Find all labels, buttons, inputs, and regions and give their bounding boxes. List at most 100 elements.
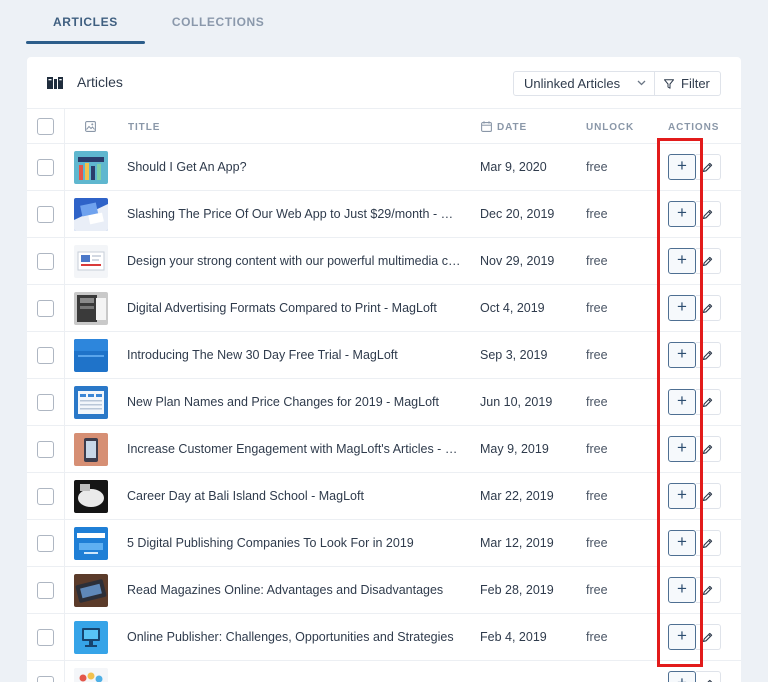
article-unlock: free	[586, 536, 608, 550]
article-title[interactable]: Increase Customer Engagement with MagLof…	[127, 442, 463, 456]
tab-collections[interactable]: COLLECTIONS	[145, 0, 292, 44]
row-checkbox[interactable]	[37, 300, 54, 317]
article-date: Nov 29, 2019	[480, 254, 555, 268]
column-divider	[64, 473, 65, 519]
article-unlock: free	[586, 348, 608, 362]
article-thumbnail	[74, 151, 108, 184]
column-date[interactable]: DATE	[497, 122, 527, 133]
article-title[interactable]: Introducing The New 30 Day Free Trial - …	[127, 348, 463, 362]
column-divider	[64, 109, 65, 143]
add-article-button[interactable]: +	[668, 201, 696, 227]
book-icon	[47, 77, 63, 89]
column-divider	[64, 285, 65, 331]
plus-icon: +	[677, 391, 687, 410]
article-thumbnail	[74, 339, 108, 372]
add-article-button[interactable]: +	[668, 248, 696, 274]
edit-article-button[interactable]	[696, 436, 721, 462]
table-row: Read Magazines Online: Advantages and Di…	[27, 567, 741, 614]
edit-article-button[interactable]	[696, 624, 721, 650]
plus-icon: +	[677, 203, 687, 222]
pencil-icon	[702, 585, 713, 596]
edit-article-button[interactable]	[696, 577, 721, 603]
row-checkbox[interactable]	[37, 676, 54, 682]
table-row: Career Day at Bali Island School - MagLo…	[27, 473, 741, 520]
column-divider	[64, 567, 65, 613]
chevron-down-icon	[637, 80, 646, 86]
pencil-icon	[702, 397, 713, 408]
pencil-icon	[702, 209, 713, 220]
article-type-select[interactable]: Unlinked Articles	[513, 71, 655, 96]
table-row: Design your strong content with our powe…	[27, 238, 741, 285]
pencil-icon	[702, 632, 713, 643]
column-divider	[64, 614, 65, 660]
add-article-button[interactable]: +	[668, 483, 696, 509]
plus-icon: +	[677, 626, 687, 645]
pencil-icon	[702, 444, 713, 455]
edit-article-button[interactable]	[696, 295, 721, 321]
edit-article-button[interactable]	[696, 389, 721, 415]
add-article-button[interactable]: +	[668, 530, 696, 556]
filter-button[interactable]: Filter	[655, 71, 721, 96]
article-date: Mar 22, 2019	[480, 489, 554, 503]
article-date: Feb 4, 2019	[480, 630, 547, 644]
article-date: Sep 3, 2019	[480, 348, 548, 362]
row-checkbox[interactable]	[37, 347, 54, 364]
article-title[interactable]: Career Day at Bali Island School - MagLo…	[127, 489, 463, 503]
article-unlock: free	[586, 489, 608, 503]
add-article-button[interactable]: +	[668, 624, 696, 650]
add-article-button[interactable]: +	[668, 154, 696, 180]
table-row: Increase Customer Engagement with MagLof…	[27, 426, 741, 473]
select-all-checkbox[interactable]	[37, 118, 54, 135]
pencil-icon	[702, 350, 713, 361]
article-thumbnail	[74, 198, 108, 231]
row-checkbox[interactable]	[37, 159, 54, 176]
article-thumbnail	[74, 433, 108, 466]
add-article-button[interactable]: +	[668, 342, 696, 368]
column-divider	[64, 661, 65, 682]
article-title[interactable]: New Plan Names and Price Changes for 201…	[127, 395, 463, 409]
article-title[interactable]: 5 Digital Publishing Companies To Look F…	[127, 536, 463, 550]
table-row: Introducing The New 30 Day Free Trial - …	[27, 332, 741, 379]
pencil-icon	[702, 491, 713, 502]
column-title[interactable]: TITLE	[128, 122, 160, 133]
row-checkbox[interactable]	[37, 582, 54, 599]
edit-article-button[interactable]	[696, 248, 721, 274]
article-thumbnail	[74, 386, 108, 419]
row-checkbox[interactable]	[37, 441, 54, 458]
row-checkbox[interactable]	[37, 488, 54, 505]
table-row: 5 Digital Publishing Companies To Look F…	[27, 520, 741, 567]
row-checkbox[interactable]	[37, 629, 54, 646]
add-article-button[interactable]: +	[668, 389, 696, 415]
add-article-button[interactable]: +	[668, 436, 696, 462]
article-thumbnail	[74, 245, 108, 278]
article-title[interactable]: Slashing The Price Of Our Web App to Jus…	[127, 207, 463, 221]
add-article-button[interactable]: +	[668, 577, 696, 603]
plus-icon: +	[677, 485, 687, 504]
article-title[interactable]: Online Publisher: Challenges, Opportunit…	[127, 630, 463, 644]
column-unlock[interactable]: UNLOCK	[586, 122, 634, 133]
add-article-button[interactable]: +	[668, 671, 696, 682]
edit-article-button[interactable]	[696, 671, 721, 682]
edit-article-button[interactable]	[696, 201, 721, 227]
tab-articles[interactable]: ARTICLES	[26, 0, 145, 44]
edit-article-button[interactable]	[696, 154, 721, 180]
calendar-icon	[481, 121, 492, 132]
edit-article-button[interactable]	[696, 483, 721, 509]
article-date: Mar 9, 2020	[480, 160, 547, 174]
add-article-button[interactable]: +	[668, 295, 696, 321]
row-checkbox[interactable]	[37, 253, 54, 270]
article-thumbnail	[74, 527, 108, 560]
article-title[interactable]: Digital Advertising Formats Compared to …	[127, 301, 463, 315]
article-title[interactable]: Should I Get An App?	[127, 160, 463, 174]
row-checkbox[interactable]	[37, 206, 54, 223]
row-checkbox[interactable]	[37, 394, 54, 411]
column-divider	[64, 379, 65, 425]
row-checkbox[interactable]	[37, 535, 54, 552]
edit-article-button[interactable]	[696, 530, 721, 556]
article-title[interactable]: Read Magazines Online: Advantages and Di…	[127, 583, 463, 597]
article-thumbnail	[74, 574, 108, 607]
edit-article-button[interactable]	[696, 342, 721, 368]
article-unlock: free	[586, 254, 608, 268]
article-title[interactable]: Design your strong content with our powe…	[127, 254, 463, 268]
plus-icon: +	[677, 156, 687, 175]
